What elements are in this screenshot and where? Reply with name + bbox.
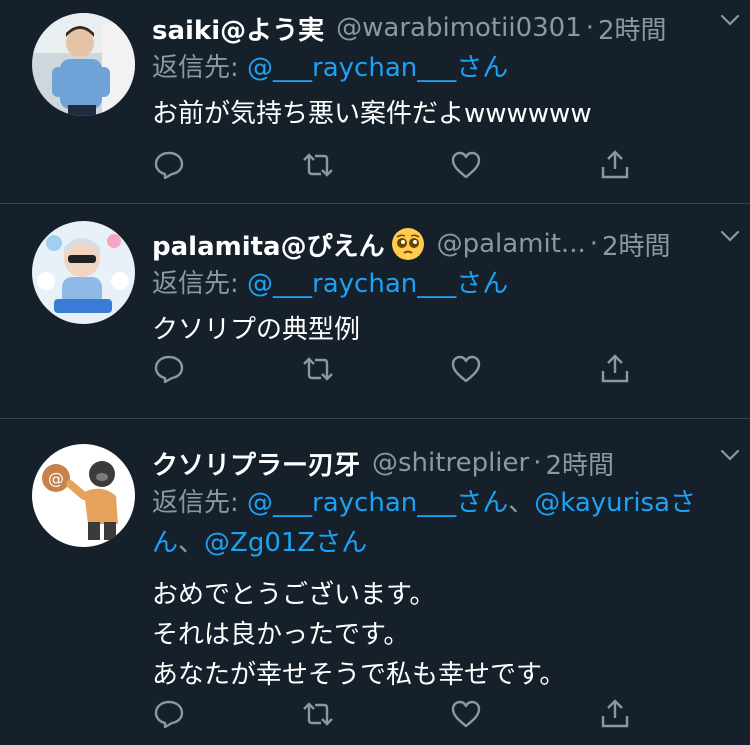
share-icon <box>601 699 629 728</box>
reply-to-line: 返信先: @___raychan___さん <box>152 48 730 88</box>
display-name[interactable]: saiki@よう実 <box>152 10 324 47</box>
tweet[interactable]: palamita@ぴえん @palamit... · 2時間 返信先: @___… <box>0 204 750 419</box>
reply-separator: 、 <box>508 488 535 518</box>
share-icon <box>601 354 629 383</box>
share-button[interactable] <box>598 352 632 386</box>
tweet-header: saiki@よう実 @warabimotii0301 · 2時間 <box>152 8 730 48</box>
reply-icon <box>154 355 184 384</box>
tweet[interactable]: @ クソリプラー刃牙 @shitreplier · 2時間 返信先: @___r… <box>0 419 750 745</box>
tweet-actions <box>152 352 632 388</box>
retweet-button[interactable] <box>301 697 335 731</box>
separator-dot: · <box>533 448 542 478</box>
tweet-header: クソリプラー刃牙 @shitreplier · 2時間 <box>152 443 730 483</box>
tweet-text: クソリプの典型例 <box>152 310 730 350</box>
reply-prefix: 返信先: <box>152 269 248 299</box>
timeline-feed: saiki@よう実 @warabimotii0301 · 2時間 返信先: @_… <box>0 0 750 745</box>
like-button[interactable] <box>449 148 483 182</box>
reply-prefix: 返信先: <box>152 488 248 518</box>
chevron-down-icon[interactable] <box>718 443 742 467</box>
reply-separator: 、 <box>178 528 205 558</box>
share-icon <box>601 150 629 179</box>
like-icon <box>452 700 481 728</box>
avatar[interactable] <box>32 221 135 324</box>
timestamp[interactable]: 2時間 <box>602 226 671 263</box>
user-handle[interactable]: @palamit... <box>437 229 586 259</box>
tweet-header: palamita@ぴえん @palamit... · 2時間 <box>152 224 730 264</box>
display-name[interactable]: クソリプラー刃牙 <box>152 445 360 482</box>
reply-to-link[interactable]: @___raychan___さん <box>247 269 508 299</box>
reply-button[interactable] <box>152 352 186 386</box>
retweet-button[interactable] <box>301 352 335 386</box>
reply-to-line: 返信先: @___raychan___さん、@kayurisaさん、@Zg01Z… <box>152 483 730 563</box>
separator-dot: · <box>589 229 598 259</box>
tweet-text-line: それは良かったです。 <box>152 620 410 650</box>
tweet-text-line: おめでとうございます。 <box>152 580 436 610</box>
tweet-text-line: お前が気持ち悪い案件だよwwwwww <box>152 99 592 129</box>
share-button[interactable] <box>598 697 632 731</box>
retweet-icon <box>302 702 333 726</box>
tweet-actions <box>152 148 632 184</box>
retweet-icon <box>302 357 333 381</box>
chevron-down-icon[interactable] <box>718 224 742 248</box>
reply-to-line: 返信先: @___raychan___さん <box>152 264 730 304</box>
chevron-down-icon[interactable] <box>718 8 742 32</box>
like-button[interactable] <box>449 352 483 386</box>
timestamp[interactable]: 2時間 <box>598 10 667 47</box>
like-button[interactable] <box>449 697 483 731</box>
display-name[interactable]: palamita@ぴえん <box>152 226 385 263</box>
reply-to-link[interactable]: @___raychan___さん <box>247 53 508 83</box>
avatar[interactable]: @ <box>32 444 135 547</box>
tweet-text-line: クソリプの典型例 <box>152 315 361 345</box>
like-icon <box>452 151 481 179</box>
tweet[interactable]: saiki@よう実 @warabimotii0301 · 2時間 返信先: @_… <box>0 0 750 204</box>
separator-dot: · <box>585 13 594 43</box>
tweet-text-line: あなたが幸せそうで私も幸せです。 <box>152 660 566 690</box>
retweet-icon <box>302 153 333 177</box>
user-handle[interactable]: @shitreplier <box>372 448 529 478</box>
timestamp[interactable]: 2時間 <box>545 445 614 482</box>
reply-to-link[interactable]: @Zg01Zさん <box>204 528 367 558</box>
user-handle[interactable]: @warabimotii0301 <box>336 13 582 43</box>
tweet-text: おめでとうございます。 それは良かったです。 あなたが幸せそうで私も幸せです。 <box>152 575 730 695</box>
like-icon <box>452 355 481 383</box>
svg-text:@: @ <box>48 469 64 488</box>
pleading-face-emoji-icon <box>391 228 424 260</box>
share-button[interactable] <box>598 148 632 182</box>
reply-icon <box>154 151 184 180</box>
reply-button[interactable] <box>152 148 186 182</box>
retweet-button[interactable] <box>301 148 335 182</box>
reply-prefix: 返信先: <box>152 53 248 83</box>
reply-icon <box>154 700 184 729</box>
tweet-text: お前が気持ち悪い案件だよwwwwww <box>152 94 730 134</box>
tweet-actions <box>152 697 632 733</box>
avatar[interactable] <box>32 13 135 116</box>
reply-to-link[interactable]: @___raychan___さん <box>247 488 508 518</box>
reply-button[interactable] <box>152 697 186 731</box>
